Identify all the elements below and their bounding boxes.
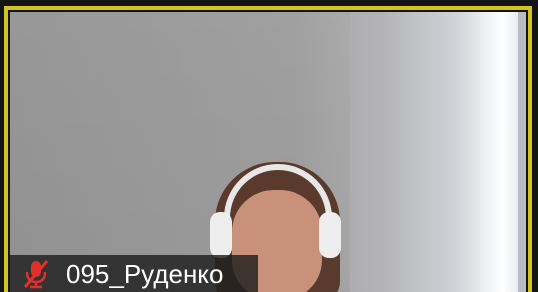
active-speaker-border (4, 6, 532, 292)
mic-muted-icon (23, 260, 49, 289)
participant-video-tile[interactable]: 095_Руденко (0, 0, 538, 292)
participant-name: 095_Руденко (66, 259, 224, 289)
